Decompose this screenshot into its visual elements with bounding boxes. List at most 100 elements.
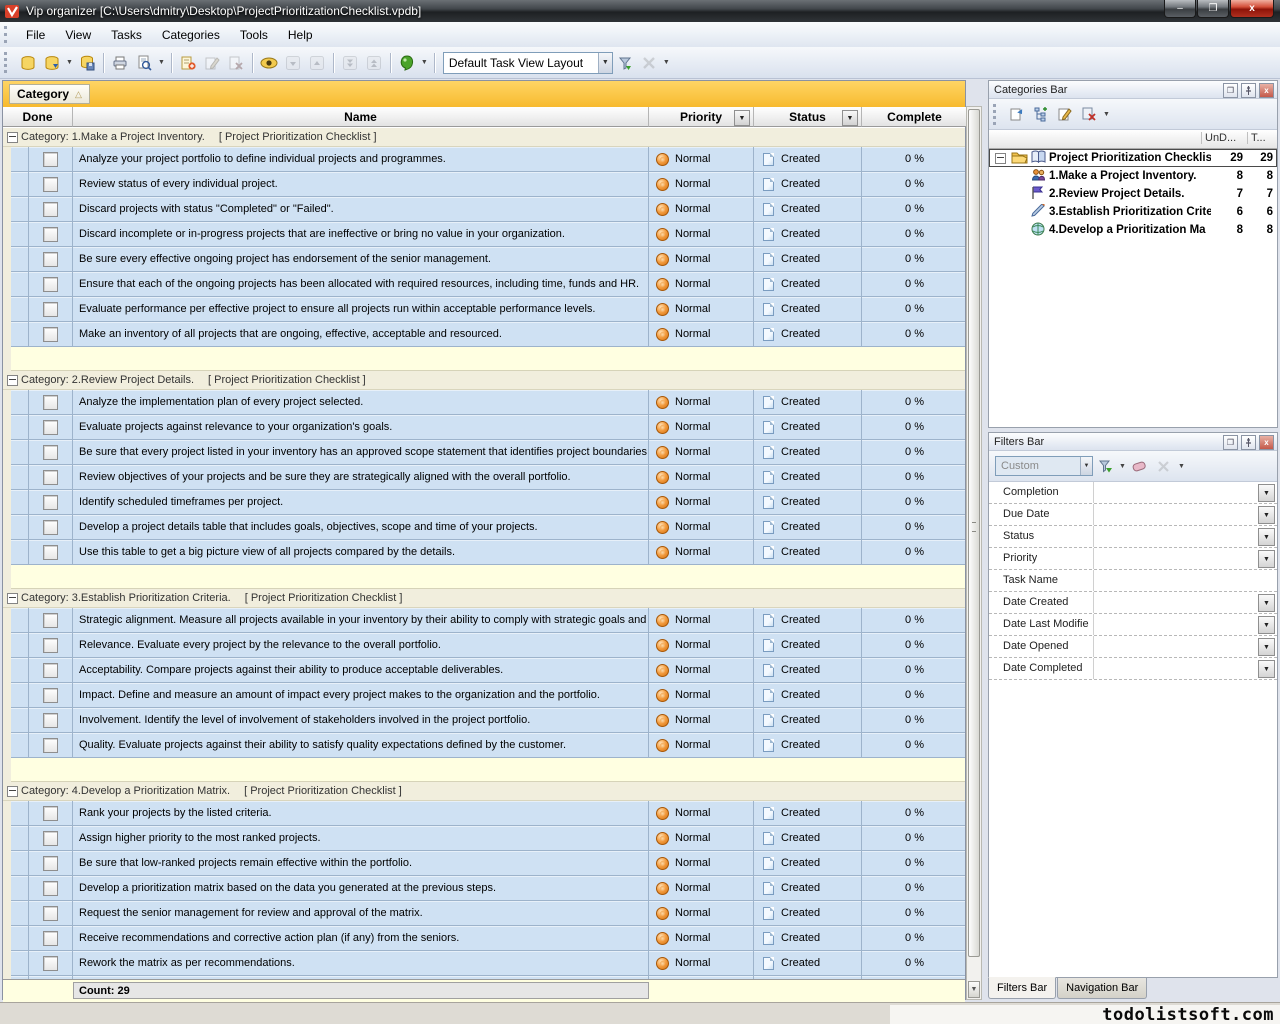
scrollbar-thumb[interactable] <box>968 109 980 957</box>
print-dropdown[interactable]: ▼ <box>158 59 165 66</box>
task-checkbox[interactable] <box>43 420 58 435</box>
status-cell[interactable]: Created <box>754 272 862 297</box>
status-cell[interactable]: Created <box>754 197 862 222</box>
new-list-icon[interactable] <box>1006 103 1028 125</box>
status-cell[interactable]: Created <box>754 708 862 733</box>
collapse-icon[interactable] <box>7 786 18 797</box>
task-checkbox[interactable] <box>43 638 58 653</box>
task-name-cell[interactable]: Evaluate projects against relevance to y… <box>73 415 649 440</box>
filter-preset-combo[interactable]: Custom ▼ <box>995 456 1093 476</box>
filter-value-field[interactable] <box>1093 548 1257 569</box>
tab-navigation-bar[interactable]: Navigation Bar <box>1057 978 1147 999</box>
status-cell[interactable]: Created <box>754 390 862 415</box>
status-cell[interactable]: Created <box>754 876 862 901</box>
priority-cell[interactable]: Normal <box>649 222 754 247</box>
task-name-cell[interactable]: Request the senior management for review… <box>73 901 649 926</box>
move-bottom-icon[interactable] <box>339 52 361 74</box>
task-checkbox[interactable] <box>43 663 58 678</box>
tab-filters-bar[interactable]: Filters Bar <box>988 977 1056 999</box>
priority-cell[interactable]: Normal <box>649 147 754 172</box>
task-name-cell[interactable]: Assign higher priority to the most ranke… <box>73 826 649 851</box>
status-cell[interactable]: Created <box>754 608 862 633</box>
menu-grip[interactable] <box>4 26 10 44</box>
move-down-icon[interactable] <box>282 52 304 74</box>
categories-close-icon[interactable]: x <box>1259 83 1274 98</box>
task-name-cell[interactable]: Rework the matrix as per recommendations… <box>73 951 649 976</box>
filters-close-icon[interactable]: x <box>1259 435 1274 450</box>
status-cell[interactable]: Created <box>754 951 862 976</box>
print-icon[interactable] <box>109 52 131 74</box>
add-task-icon[interactable] <box>177 52 199 74</box>
priority-filter-button[interactable]: ▼ <box>734 110 750 126</box>
filters-restore-icon[interactable]: ❐ <box>1223 435 1238 450</box>
open-database-icon[interactable] <box>41 52 63 74</box>
column-status[interactable]: Status▼ <box>754 107 862 127</box>
priority-cell[interactable]: Normal <box>649 440 754 465</box>
task-checkbox[interactable] <box>43 713 58 728</box>
status-cell[interactable]: Created <box>754 322 862 347</box>
task-checkbox[interactable] <box>43 881 58 896</box>
priority-cell[interactable]: Normal <box>649 390 754 415</box>
tree-node-root[interactable]: Project Prioritization Checklis2929 <box>989 149 1277 167</box>
priority-cell[interactable]: Normal <box>649 247 754 272</box>
task-checkbox[interactable] <box>43 738 58 753</box>
status-cell[interactable]: Created <box>754 851 862 876</box>
task-checkbox[interactable] <box>43 856 58 871</box>
filter-value-field[interactable] <box>1093 526 1257 547</box>
priority-cell[interactable]: Normal <box>649 172 754 197</box>
filter-dropdown-button[interactable]: ▼ <box>1258 506 1275 524</box>
task-name-cell[interactable]: Analyze your project portfolio to define… <box>73 147 649 172</box>
tree-node[interactable]: 3.Establish Prioritization Crite66 <box>989 203 1277 221</box>
task-checkbox[interactable] <box>43 831 58 846</box>
priority-cell[interactable]: Normal <box>649 322 754 347</box>
task-name-cell[interactable]: Be sure every effective ongoing project … <box>73 247 649 272</box>
filter-value-field[interactable] <box>1093 504 1257 525</box>
task-checkbox[interactable] <box>43 395 58 410</box>
close-filter-icon[interactable] <box>1153 455 1175 477</box>
priority-cell[interactable]: Normal <box>649 658 754 683</box>
status-cell[interactable]: Created <box>754 172 862 197</box>
close-button[interactable]: x <box>1230 0 1274 18</box>
filter-dropdown-button[interactable]: ▼ <box>1258 638 1275 656</box>
task-name-cell[interactable]: Review status of every individual projec… <box>73 172 649 197</box>
task-name-cell[interactable]: Ensure that each of the ongoing projects… <box>73 272 649 297</box>
status-cell[interactable]: Created <box>754 826 862 851</box>
status-cell[interactable]: Created <box>754 801 862 826</box>
task-checkbox[interactable] <box>43 495 58 510</box>
menu-view[interactable]: View <box>55 24 101 46</box>
collapse-icon[interactable] <box>7 132 18 143</box>
view-icon[interactable] <box>258 52 280 74</box>
edit-task-icon[interactable] <box>201 52 223 74</box>
menu-file[interactable]: File <box>16 24 55 46</box>
scrollbar-down-arrow[interactable]: ▼ <box>968 981 980 998</box>
task-checkbox[interactable] <box>43 906 58 921</box>
task-name-cell[interactable]: Rank your projects by the listed criteri… <box>73 801 649 826</box>
task-checkbox[interactable] <box>43 470 58 485</box>
task-name-cell[interactable]: Develop a prioritization matrix based on… <box>73 876 649 901</box>
task-name-cell[interactable]: Strategic alignment. Measure all project… <box>73 608 649 633</box>
priority-cell[interactable]: Normal <box>649 708 754 733</box>
filters-pin-icon[interactable] <box>1241 435 1256 450</box>
task-name-cell[interactable]: Use this table to get a big picture view… <box>73 540 649 565</box>
task-name-cell[interactable]: Involvement. Identify the level of invol… <box>73 708 649 733</box>
status-cell[interactable]: Created <box>754 540 862 565</box>
apply-filter-dropdown[interactable]: ▼ <box>1119 463 1126 470</box>
menu-tools[interactable]: Tools <box>230 24 278 46</box>
filter-value-field[interactable] <box>1093 636 1257 657</box>
status-filter-button[interactable]: ▼ <box>842 110 858 126</box>
priority-cell[interactable]: Normal <box>649 801 754 826</box>
tree-node[interactable]: 2.Review Project Details.77 <box>989 185 1277 203</box>
category-header-row[interactable]: Category: 4.Develop a Prioritization Mat… <box>3 782 965 801</box>
column-priority[interactable]: Priority▼ <box>649 107 754 127</box>
priority-cell[interactable]: Normal <box>649 826 754 851</box>
priority-cell[interactable]: Normal <box>649 540 754 565</box>
save-database-icon[interactable] <box>76 52 98 74</box>
notification-icon[interactable] <box>396 52 418 74</box>
category-header-row[interactable]: Category: 2.Review Project Details.[ Pro… <box>3 371 965 390</box>
priority-cell[interactable]: Normal <box>649 926 754 951</box>
task-name-cell[interactable]: Quality. Evaluate projects against their… <box>73 733 649 758</box>
print-preview-icon[interactable] <box>133 52 155 74</box>
status-cell[interactable]: Created <box>754 926 862 951</box>
task-checkbox[interactable] <box>43 202 58 217</box>
status-cell[interactable]: Created <box>754 440 862 465</box>
